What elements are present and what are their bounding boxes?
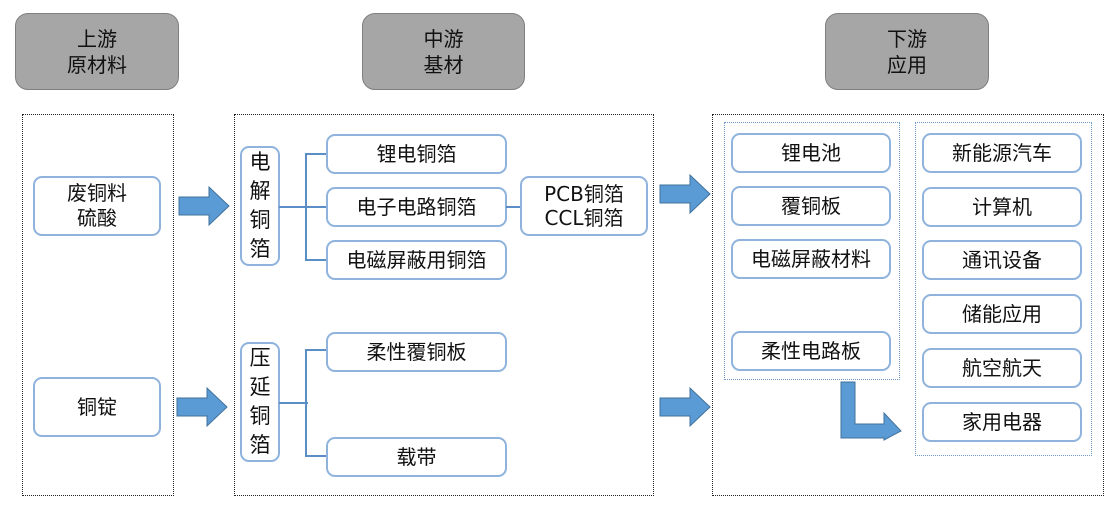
node-label: 锂电铜箔 bbox=[376, 141, 457, 166]
char: 压 bbox=[249, 346, 271, 370]
char: 延 bbox=[249, 375, 271, 399]
node-label: 铜锭 bbox=[77, 394, 117, 419]
stage-subtitle: 基材 bbox=[423, 52, 464, 77]
application-computers: 计算机 bbox=[922, 187, 1082, 227]
foil-type-carrier-tape: 载带 bbox=[326, 437, 507, 477]
connector-line bbox=[305, 206, 327, 208]
node-label: 新能源汽车 bbox=[952, 140, 1052, 165]
application-energy-storage: 储能应用 bbox=[922, 294, 1082, 334]
foil-type-flexible-ccl: 柔性覆铜板 bbox=[326, 332, 507, 372]
char: 箔 bbox=[249, 237, 271, 261]
raw-material-copper-ingot: 铜锭 bbox=[33, 377, 161, 437]
node-label: 航空航天 bbox=[962, 355, 1042, 380]
stage-title: 上游 bbox=[77, 26, 117, 51]
raw-material-scrap-copper-acid: 废铜料 硫酸 bbox=[33, 176, 161, 236]
char: 箔 bbox=[249, 433, 271, 457]
bent-arrow-icon bbox=[840, 381, 902, 441]
product-flexible-circuit-board: 柔性电路板 bbox=[731, 331, 891, 371]
node-label: 计算机 bbox=[972, 194, 1032, 219]
foil-type-emi-shielding: 电磁屏蔽用铜箔 bbox=[326, 240, 507, 280]
product-emi-shielding-material: 电磁屏蔽材料 bbox=[731, 239, 891, 279]
node-label: 覆铜板 bbox=[781, 193, 841, 218]
char: 铜 bbox=[249, 208, 271, 232]
connector-line bbox=[279, 402, 308, 404]
foil-type-lithium-battery: 锂电铜箔 bbox=[326, 134, 507, 174]
electrolytic-copper-foil-label: 电 解 铜 箔 bbox=[240, 146, 280, 266]
stage-subtitle: 应用 bbox=[887, 52, 927, 77]
right-arrow-icon bbox=[659, 386, 711, 428]
product-copper-clad-laminate: 覆铜板 bbox=[731, 186, 891, 226]
node-label: 电子电路铜箔 bbox=[356, 194, 477, 219]
node-label: 废铜料 bbox=[67, 181, 127, 205]
foil-type-electronic-circuit: 电子电路铜箔 bbox=[326, 187, 507, 227]
node-label: 硫酸 bbox=[77, 206, 117, 230]
right-arrow-icon bbox=[178, 185, 230, 227]
right-arrow-icon bbox=[659, 173, 711, 215]
connector-line bbox=[506, 206, 521, 208]
pcb-ccl-copper-foil: PCB铜箔 CCL铜箔 bbox=[520, 176, 648, 236]
rolled-copper-foil-label: 压 延 铜 箔 bbox=[240, 342, 280, 462]
node-label: PCB铜箔 bbox=[544, 182, 624, 206]
connector-line bbox=[279, 206, 308, 208]
connector-line bbox=[305, 153, 327, 155]
connector-line bbox=[305, 349, 327, 351]
node-label: 储能应用 bbox=[962, 301, 1042, 326]
connector-line bbox=[305, 259, 327, 261]
right-arrow-icon bbox=[176, 386, 228, 428]
application-new-energy-vehicles: 新能源汽车 bbox=[922, 133, 1082, 173]
stage-title: 中游 bbox=[423, 26, 464, 51]
application-home-appliances: 家用电器 bbox=[922, 402, 1082, 442]
node-label: 载带 bbox=[396, 444, 437, 469]
node-label: 柔性覆铜板 bbox=[366, 339, 467, 364]
product-lithium-battery: 锂电池 bbox=[731, 133, 891, 173]
application-aerospace: 航空航天 bbox=[922, 348, 1082, 388]
node-label: CCL铜箔 bbox=[544, 206, 624, 230]
char: 解 bbox=[249, 179, 271, 203]
node-label: 通讯设备 bbox=[962, 247, 1042, 272]
node-label: 柔性电路板 bbox=[761, 338, 861, 363]
node-label: 电磁屏蔽材料 bbox=[751, 246, 871, 271]
node-label: 锂电池 bbox=[781, 140, 841, 165]
stage-subtitle: 原材料 bbox=[67, 52, 127, 77]
connector-line bbox=[305, 455, 327, 457]
node-label: 家用电器 bbox=[962, 409, 1042, 434]
node-label: 电磁屏蔽用铜箔 bbox=[346, 247, 487, 272]
stage-title: 下游 bbox=[887, 26, 927, 51]
application-telecom-equipment: 通讯设备 bbox=[922, 240, 1082, 280]
stage-header-upstream: 上游 原材料 bbox=[15, 13, 179, 90]
connector-line bbox=[305, 349, 307, 456]
char: 铜 bbox=[249, 404, 271, 428]
stage-header-downstream: 下游 应用 bbox=[825, 13, 989, 90]
upstream-panel bbox=[22, 114, 174, 496]
stage-header-midstream: 中游 基材 bbox=[362, 13, 525, 90]
char: 电 bbox=[249, 150, 271, 174]
